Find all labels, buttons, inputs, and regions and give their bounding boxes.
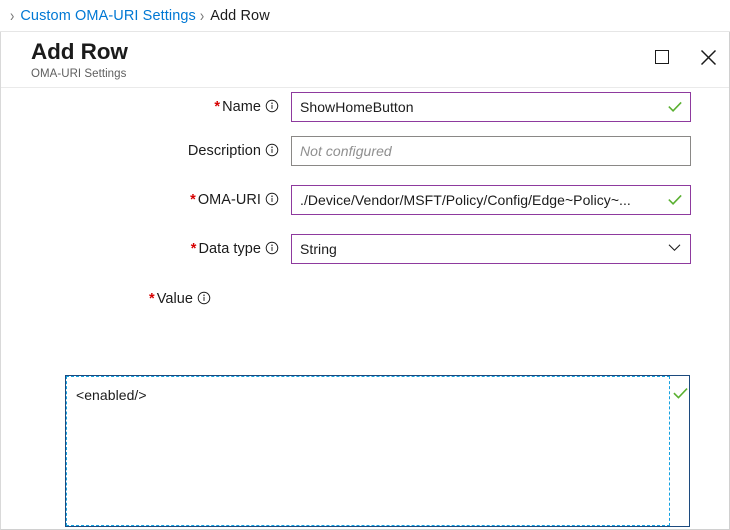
- field-wrap-description: [291, 136, 691, 166]
- close-icon: [700, 49, 716, 65]
- name-input[interactable]: [291, 92, 691, 122]
- breadcrumb-item-custom-oma-uri-settings[interactable]: Custom OMA-URI Settings: [20, 8, 196, 24]
- valid-checkmark-icon: [673, 388, 688, 399]
- add-row-form: *Name Description: [1, 88, 729, 329]
- label-oma-uri-text: OMA-URI: [197, 192, 261, 208]
- required-asterisk: *: [190, 192, 196, 208]
- breadcrumb-chevron-icon: ›: [199, 6, 205, 25]
- value-textarea[interactable]: <enabled/>: [66, 376, 670, 525]
- label-value: * Value: [1, 291, 211, 307]
- info-icon[interactable]: [265, 192, 279, 206]
- field-wrap-data-type: String: [291, 234, 691, 264]
- maximize-button[interactable]: [647, 42, 677, 72]
- blade-header: Add Row OMA-URI Settings: [1, 32, 729, 87]
- label-name-text: Name: [222, 99, 261, 115]
- add-row-blade: › Custom OMA-URI Settings › Add Row Add …: [0, 0, 730, 530]
- window-controls: [647, 42, 723, 72]
- close-button[interactable]: [693, 42, 723, 72]
- form-row-value-label: * Value: [1, 283, 729, 329]
- oma-uri-input[interactable]: [291, 185, 691, 215]
- form-row-description: Description: [1, 136, 729, 185]
- page-subtitle: OMA-URI Settings: [31, 68, 127, 80]
- field-wrap-oma-uri: [291, 185, 691, 215]
- form-row-name: * Name: [1, 88, 729, 136]
- value-textarea-container: <enabled/>: [65, 375, 690, 527]
- info-icon[interactable]: [197, 291, 211, 305]
- required-asterisk: *: [214, 99, 221, 115]
- label-description: Description: [1, 136, 291, 166]
- description-input[interactable]: [291, 136, 691, 166]
- label-oma-uri: * OMA-URI: [1, 185, 291, 215]
- breadcrumb-item-add-row: Add Row: [210, 7, 270, 24]
- info-icon[interactable]: [265, 99, 279, 113]
- label-value-text: Value: [156, 291, 193, 307]
- title-group: Add Row OMA-URI Settings: [31, 38, 128, 82]
- data-type-select[interactable]: String: [291, 234, 691, 264]
- info-icon[interactable]: [265, 143, 279, 157]
- blade-body: Add Row OMA-URI Settings * Name ShowHome…: [0, 32, 730, 530]
- label-data-type: * Data type: [1, 234, 291, 264]
- breadcrumb-chevron-icon: ›: [10, 6, 15, 25]
- required-asterisk: *: [190, 241, 197, 257]
- field-wrap-name: [291, 92, 691, 122]
- form-row-oma-uri: * OMA-URI: [1, 185, 729, 234]
- maximize-icon: [655, 50, 669, 64]
- label-description-text: Description: [187, 143, 261, 159]
- info-icon[interactable]: [265, 241, 279, 255]
- page-title: Add Row: [31, 39, 128, 64]
- label-name: * Name: [1, 92, 291, 122]
- breadcrumb: › Custom OMA-URI Settings › Add Row: [0, 0, 730, 32]
- required-asterisk: *: [149, 291, 155, 307]
- form-row-data-type: * Data type String: [1, 234, 729, 283]
- label-data-type-text: Data type: [198, 241, 261, 257]
